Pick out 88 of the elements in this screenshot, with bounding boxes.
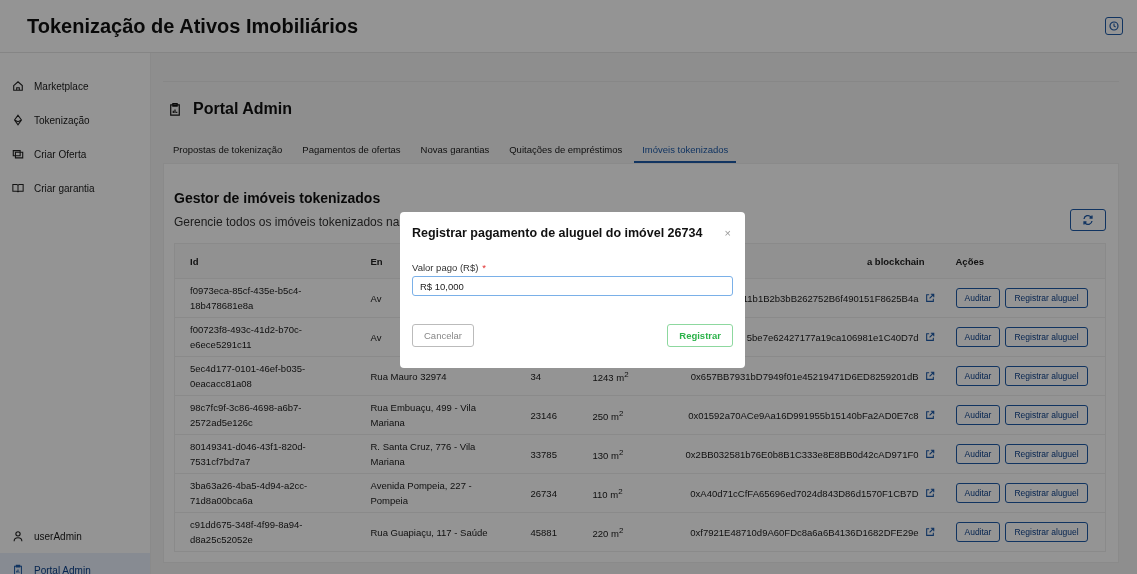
table-cell-text: Rua Mauro 32974	[370, 369, 447, 384]
register-button[interactable]: Registrar	[667, 324, 733, 347]
clock-icon	[1109, 21, 1119, 31]
card-description: Gerencie todos os imóveis tokenizados na	[174, 215, 400, 229]
table-cell-text: 130 m$^{2}$	[592, 446, 624, 464]
table-cell-text: 0x657BB7931bD7949f01e45219471D6ED8259201dB	[690, 369, 919, 384]
table-cell-text: 220 m$^{2}$	[592, 524, 624, 542]
table-cell-text: Av	[370, 291, 382, 306]
app-title: Tokenização de Ativos Imobiliários	[27, 14, 359, 38]
audit-button[interactable]: Auditar	[955, 483, 1001, 503]
table-cell-text: 11b1B2b3bB262752B6f490151F8625B4a	[742, 291, 919, 306]
table-cell-text: 1243 m$^{2}$	[592, 368, 629, 386]
external-link-icon[interactable]	[924, 449, 935, 459]
table-cell-text: Rua Embuaçu, 499 - Vila Mariana	[370, 401, 477, 430]
table-cell-text: 33785	[530, 447, 557, 462]
table-cell-text: 0xA40d71cCfFA65696ed7024d843D86d1570F1CB7D	[690, 486, 919, 501]
clipboard-icon	[169, 101, 181, 117]
cards-icon	[12, 148, 24, 160]
card-title: Gestor de imóveis tokenizados	[174, 190, 382, 206]
sidebar-item[interactable]: Portal Admin	[0, 553, 150, 574]
column-header: Ações	[955, 255, 984, 267]
audit-button[interactable]: Auditar	[955, 288, 1001, 308]
book-icon	[12, 182, 24, 194]
sidebar-item[interactable]: userAdmin	[0, 519, 150, 553]
table-cell-text: 3ba63a26-4ba5-4d94-a2cc-71d8a00bca6a	[190, 479, 309, 508]
register-rent-button[interactable]: Registrar aluguel	[1005, 288, 1088, 308]
audit-button[interactable]: Auditar	[955, 327, 1001, 347]
table-cell-text: 34	[530, 369, 542, 384]
audit-button[interactable]: Auditar	[955, 444, 1001, 464]
table-cell-text: 0x01592a70ACe9Aa16D991955b15140bFa2AD0E7c8	[688, 408, 919, 423]
page-title: Portal Admin	[193, 100, 292, 118]
modal-title: Registrar pagamento de aluguel do imóvel 26734	[412, 226, 703, 240]
table-cell-text: f0973eca-85cf-435e-b5c4-18b478681e8a	[190, 284, 303, 313]
external-link-icon[interactable]	[924, 527, 935, 537]
table-cell-text: 250 m$^{2}$	[592, 407, 624, 425]
external-link-icon[interactable]	[924, 488, 935, 498]
refresh-button[interactable]	[1070, 209, 1106, 231]
table-cell-text: c91dd675-348f-4f99-8a94-d8a25c52052e	[190, 518, 304, 547]
field-label: Valor pago (R$)	[412, 262, 479, 273]
sidebar-item[interactable]: Criar garantia	[0, 171, 150, 205]
required-mark: *	[482, 262, 487, 273]
external-link-icon[interactable]	[924, 332, 935, 342]
table-cell-text: Avenida Pompeia, 227 - Pompeia	[370, 479, 473, 508]
register-rent-button[interactable]: Registrar aluguel	[1005, 405, 1088, 425]
table-cell-text: R. Santa Cruz, 776 - Vila Mariana	[370, 440, 477, 469]
register-rent-button[interactable]: Registrar aluguel	[1005, 483, 1088, 503]
diamond-icon	[12, 114, 24, 126]
table-cell-text: 80149341-d046-43f1-820d-7531cf7bd7a7	[190, 440, 307, 469]
clipboard-icon	[12, 564, 24, 574]
register-rent-button[interactable]: Registrar aluguel	[1005, 366, 1088, 386]
table-cell-text: 5be7e62427177a19ca106981e1C40D7d	[746, 330, 919, 345]
external-link-icon[interactable]	[924, 371, 935, 381]
column-header: Id	[190, 255, 199, 267]
refresh-icon	[1082, 214, 1094, 226]
audit-button[interactable]: Auditar	[955, 366, 1001, 386]
table-cell-text: 23146	[530, 408, 557, 423]
table-cell-text: 0xf7921E48710d9A60FDc8a6a6B4136D1682DFE29e	[690, 525, 919, 540]
table-cell-text: f00723f8-493c-41d2-b70c-e6ece5291c11	[190, 323, 303, 352]
table-cell-text: Rua Guapiaçu, 117 - Saúde	[370, 525, 488, 540]
sidebar-item[interactable]: Tokenização	[0, 103, 150, 137]
tab[interactable]: Novas garantias	[412, 140, 498, 163]
column-header: En	[370, 255, 383, 267]
tab[interactable]: Propostas de tokenização	[165, 140, 291, 163]
header-button[interactable]	[1105, 17, 1123, 35]
user-icon	[12, 530, 24, 542]
cancel-button[interactable]: Cancelar	[412, 324, 475, 347]
close-button[interactable]: ×	[722, 227, 733, 239]
sidebar-item[interactable]: Criar Oferta	[0, 137, 150, 171]
tab[interactable]: Pagamentos de ofertas	[294, 140, 409, 163]
audit-button[interactable]: Auditar	[955, 405, 1001, 425]
sidebar-item[interactable]: Marketplace	[0, 69, 150, 103]
register-rent-button[interactable]: Registrar aluguel	[1005, 522, 1088, 542]
home-icon	[12, 80, 24, 92]
table-cell-text: 98c7fc9f-3c86-4698-a6b7-2572ad5e126c	[190, 401, 303, 430]
table-cell-text: 5ec4d177-0101-46ef-b035-0eacacc81a08	[190, 362, 307, 391]
table-cell-text: 110 m$^{2}$	[592, 485, 623, 503]
tab[interactable]: Quitações de empréstimos	[501, 140, 631, 163]
external-link-icon[interactable]	[924, 293, 935, 303]
amount-input-field[interactable]: R$ 10,000	[412, 276, 733, 296]
column-header: a blockchain	[866, 255, 925, 267]
table-cell-text: 0x2BB032581b76E0b8B1C333e8E8BB0d42cAD971F0	[685, 447, 919, 462]
register-rent-button[interactable]: Registrar aluguel	[1005, 327, 1088, 347]
table-cell-text: Av	[370, 330, 382, 345]
register-rent-button[interactable]: Registrar aluguel	[1005, 444, 1088, 464]
external-link-icon[interactable]	[924, 410, 935, 420]
table-cell-text: 45881	[530, 525, 557, 540]
audit-button[interactable]: Auditar	[955, 522, 1001, 542]
table-cell-text: 26734	[530, 486, 557, 501]
